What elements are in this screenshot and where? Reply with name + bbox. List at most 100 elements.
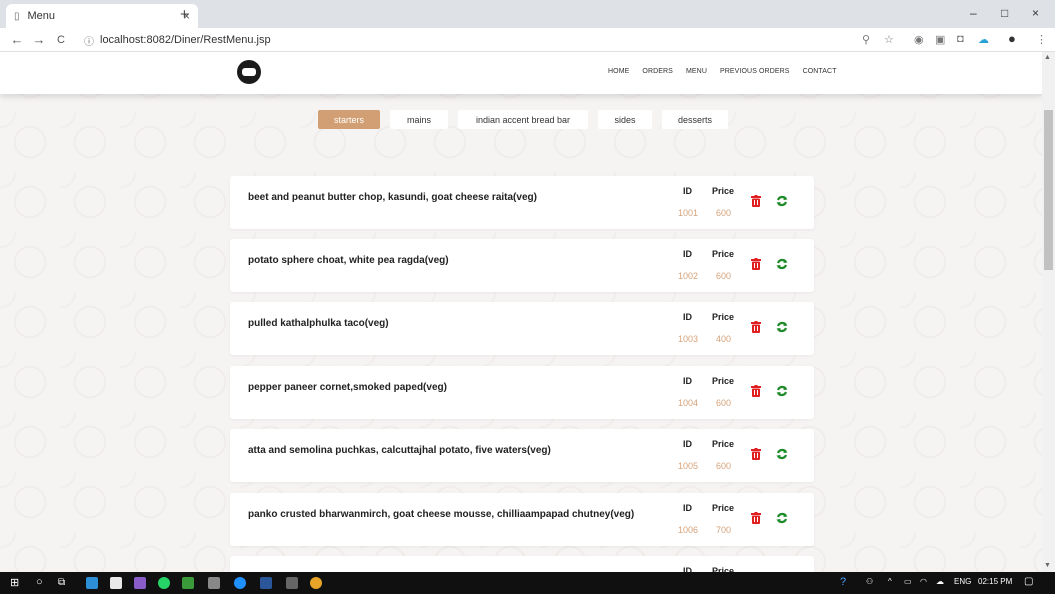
task-view-icon[interactable]: ⧉	[58, 577, 65, 588]
help-icon[interactable]: ?	[840, 576, 846, 588]
id-label: ID	[683, 249, 692, 259]
clock[interactable]: 02:15 PM	[978, 577, 1012, 586]
nav-orders[interactable]: ORDERS	[642, 68, 673, 75]
refresh-icon[interactable]	[776, 195, 788, 207]
minimize-button[interactable]: –	[970, 6, 977, 20]
item-name: beet and peanut butter chop, kasundi, go…	[248, 192, 537, 203]
battery-icon[interactable]: ▭	[904, 577, 912, 586]
chrome-icon[interactable]	[310, 577, 322, 589]
delete-icon[interactable]	[751, 448, 761, 460]
item-id: 1005	[678, 461, 699, 471]
new-tab-button[interactable]: +	[180, 6, 189, 23]
people-icon[interactable]: ⚇	[866, 577, 873, 586]
back-button[interactable]: ←	[6, 32, 28, 47]
wifi-icon[interactable]: ◠	[920, 577, 927, 586]
id-label: ID	[683, 439, 692, 449]
menu-item-card: pepper paneer cornet,smoked paped(veg) I…	[230, 366, 814, 419]
search-icon[interactable]: ○	[36, 576, 43, 588]
bookmark-star-icon[interactable]: ☆	[884, 33, 894, 46]
item-name: pepper paneer cornet,smoked paped(veg)	[248, 382, 447, 393]
whatsapp-icon[interactable]	[158, 577, 170, 589]
menu-item-card: ID Price	[230, 556, 814, 572]
camera-icon[interactable]: ◘	[957, 33, 964, 45]
tab-title: Menu	[27, 10, 56, 22]
tab-indian-accent-bread-bar[interactable]: indian accent bread bar	[458, 110, 588, 129]
browser-tab[interactable]: ▯ Menu ×	[6, 4, 198, 28]
app-icon[interactable]	[86, 577, 98, 589]
url-field[interactable]: ⓘ localhost:8082/Diner/RestMenu.jsp	[84, 31, 864, 49]
price-label: Price	[712, 439, 735, 449]
refresh-icon[interactable]	[776, 448, 788, 460]
tab-desserts[interactable]: desserts	[662, 110, 728, 129]
item-name: potato sphere choat, white pea ragda(veg…	[248, 255, 449, 266]
visual-studio-icon[interactable]	[134, 577, 146, 589]
chevron-up-icon[interactable]: ^	[888, 577, 892, 586]
item-name: pulled kathalphulka taco(veg)	[248, 318, 389, 329]
menu-item-card: potato sphere choat, white pea ragda(veg…	[230, 239, 814, 292]
menu-item-card: pulled kathalphulka taco(veg) ID Price 1…	[230, 302, 814, 355]
price-label: Price	[712, 249, 735, 259]
avatar[interactable]: ●	[1008, 31, 1016, 46]
reload-button[interactable]: C	[50, 34, 72, 46]
nav-previous-orders[interactable]: PREVIOUS ORDERS	[720, 68, 790, 75]
nav-contact[interactable]: CONTACT	[803, 68, 837, 75]
item-id: 1006	[678, 525, 699, 535]
extension-icon[interactable]: ▣	[935, 33, 945, 46]
app-icon[interactable]	[208, 577, 220, 589]
cloud-icon[interactable]: ☁	[978, 33, 989, 46]
tab-starters[interactable]: starters	[318, 110, 380, 129]
windows-start-icon[interactable]: ⊞	[10, 576, 19, 589]
refresh-icon[interactable]	[776, 512, 788, 524]
delete-icon[interactable]	[751, 321, 761, 333]
site-logo[interactable]	[237, 60, 261, 84]
id-label: ID	[683, 503, 692, 513]
scroll-thumb[interactable]	[1044, 110, 1053, 270]
delete-icon[interactable]	[751, 258, 761, 270]
delete-icon[interactable]	[751, 195, 761, 207]
item-id: 1003	[678, 334, 699, 344]
delete-icon[interactable]	[751, 385, 761, 397]
info-icon: ⓘ	[84, 36, 94, 48]
app-icon[interactable]	[286, 577, 298, 589]
zoom-icon[interactable]: ⚲	[862, 33, 870, 46]
word-icon[interactable]	[260, 577, 272, 589]
id-label: ID	[683, 376, 692, 386]
browser-tab-strip: ▯ Menu × + – □ ×	[0, 0, 1055, 28]
item-id: 1001	[678, 208, 699, 218]
refresh-icon[interactable]	[776, 258, 788, 270]
close-window-button[interactable]: ×	[1032, 6, 1039, 20]
item-price: 600	[716, 208, 732, 218]
refresh-icon[interactable]	[776, 321, 788, 333]
extension-icon[interactable]: ◉	[914, 33, 924, 46]
item-name: panko crusted bharwanmirch, goat cheese …	[248, 509, 635, 520]
page-scrollbar[interactable]: ▲ ▼	[1042, 52, 1055, 572]
price-label: Price	[712, 503, 735, 513]
nav-home[interactable]: HOME	[608, 68, 629, 75]
address-bar-row: ← → C ⓘ localhost:8082/Diner/RestMenu.js…	[0, 28, 1055, 52]
delete-icon[interactable]	[751, 512, 761, 524]
store-icon[interactable]	[110, 577, 122, 589]
nav-menu[interactable]: MENU	[686, 68, 707, 75]
forward-button[interactable]: →	[28, 32, 50, 47]
notifications-icon[interactable]: ▢	[1024, 576, 1033, 587]
app-icon[interactable]	[182, 577, 194, 589]
language-indicator[interactable]: ENG	[954, 577, 971, 586]
tab-mains[interactable]: mains	[390, 110, 448, 129]
edge-icon[interactable]	[234, 577, 246, 589]
item-price: 600	[716, 398, 732, 408]
price-label: Price	[712, 376, 735, 386]
scroll-down-arrow-icon[interactable]: ▼	[1044, 562, 1051, 569]
scroll-up-arrow-icon[interactable]: ▲	[1044, 54, 1051, 61]
onedrive-icon[interactable]: ☁	[936, 577, 944, 586]
maximize-button[interactable]: □	[1001, 6, 1008, 20]
refresh-icon[interactable]	[776, 385, 788, 397]
item-price: 600	[716, 271, 732, 281]
menu-dots-icon[interactable]: ⋮	[1036, 33, 1047, 46]
menu-item-card: panko crusted bharwanmirch, goat cheese …	[230, 493, 814, 546]
item-price: 600	[716, 461, 732, 471]
item-id: 1002	[678, 271, 699, 281]
menu-item-card: atta and semolina puchkas, calcuttajhal …	[230, 429, 814, 482]
windows-taskbar: ⊞ ○ ⧉ ? ⚇ ^ ▭ ◠ ☁ ENG 02:15 PM ▢	[0, 572, 1055, 594]
tab-sides[interactable]: sides	[598, 110, 652, 129]
url-text: localhost:8082/Diner/RestMenu.jsp	[100, 34, 271, 46]
